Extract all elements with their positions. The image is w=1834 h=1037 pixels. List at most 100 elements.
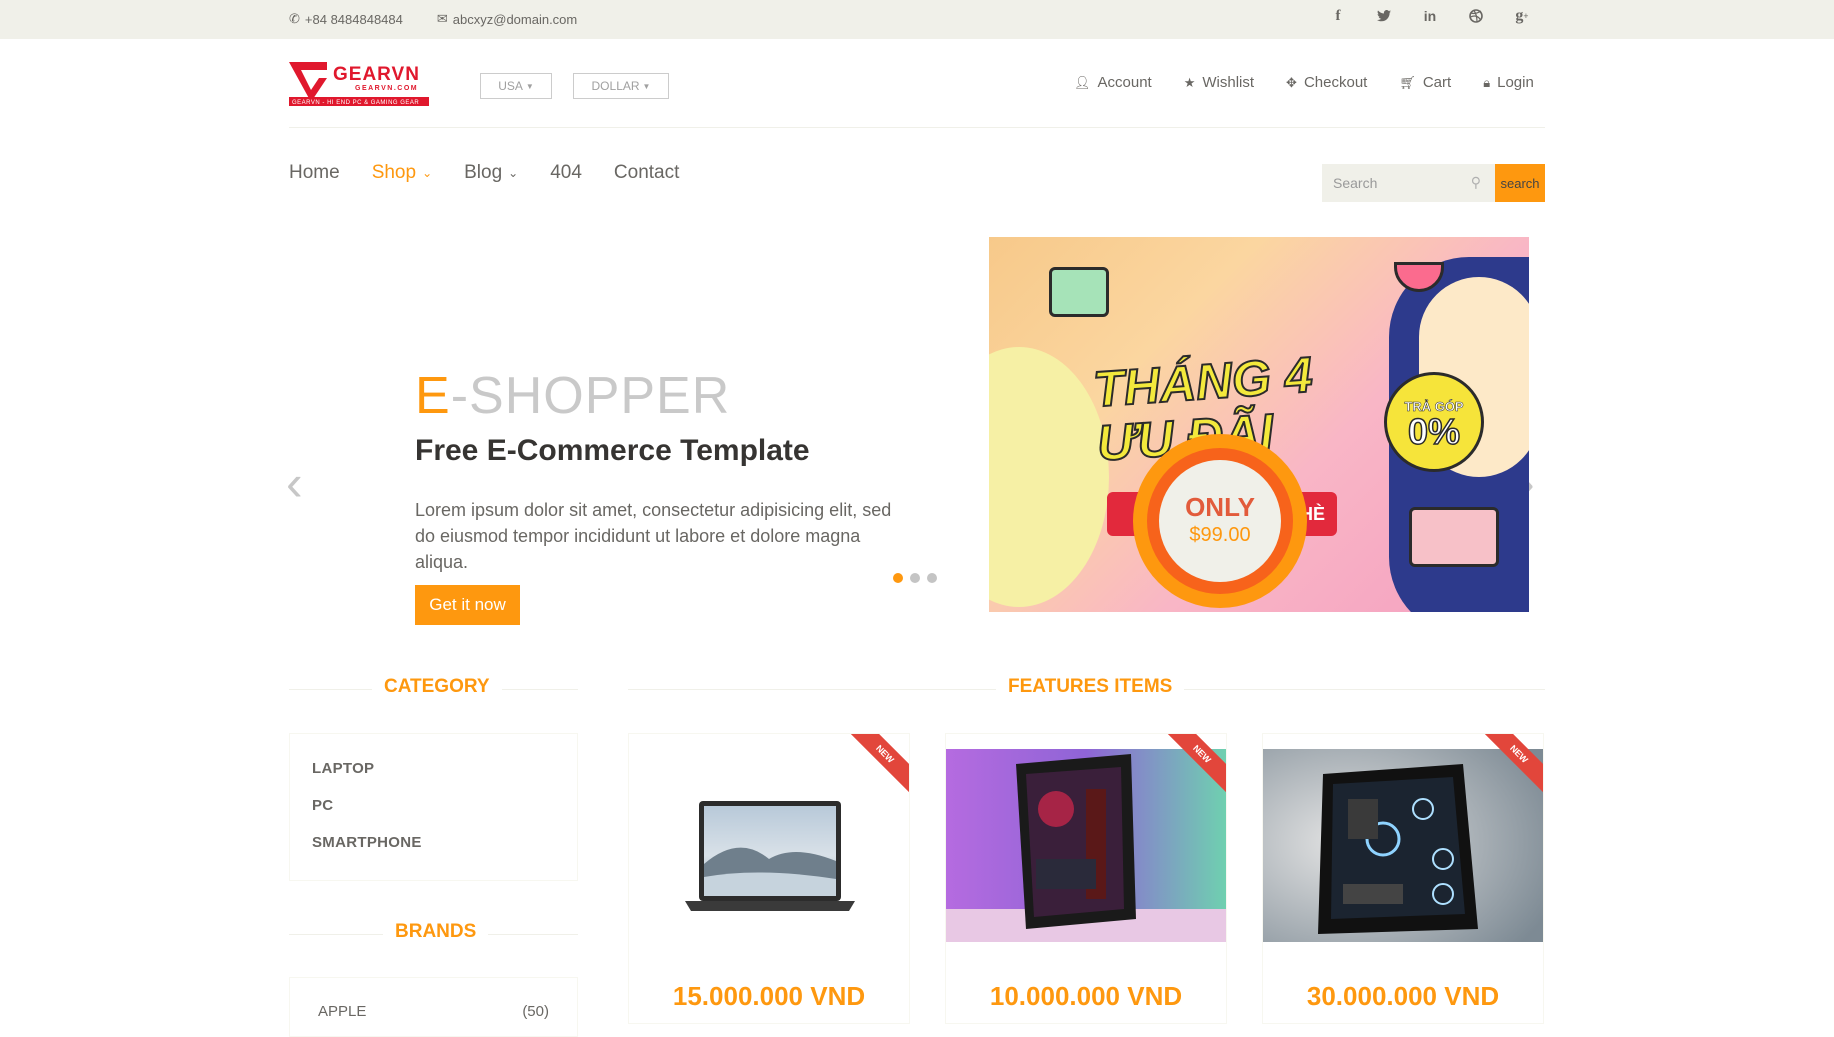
router-illustration bbox=[1049, 267, 1109, 317]
wishlist-label: Wishlist bbox=[1202, 74, 1255, 91]
slider-dot-2[interactable] bbox=[910, 573, 920, 583]
envelope-icon: ✉ bbox=[436, 11, 448, 26]
nav-shop-label: Shop bbox=[371, 162, 417, 183]
country-label: USA bbox=[498, 79, 523, 93]
get-it-now-button[interactable]: Get it now bbox=[415, 585, 520, 625]
get-it-now-label: Get it now bbox=[429, 595, 506, 614]
hero-brand-rest: -SHOPPER bbox=[450, 367, 731, 425]
country-dropdown[interactable]: USA ▼ bbox=[480, 73, 552, 99]
search-icon: ⚲ bbox=[1470, 174, 1481, 190]
caret-down-icon: ▼ bbox=[525, 81, 534, 91]
crosshairs-icon: ✥ bbox=[1286, 74, 1297, 90]
contact-info: ✆ +84 8484848484 ✉ abcxyz@domain.com bbox=[289, 11, 577, 27]
cart-label: Cart bbox=[1422, 74, 1452, 91]
header-divider bbox=[289, 127, 1545, 128]
nav-contact-label: Contact bbox=[613, 162, 680, 183]
category-item-smartphone[interactable]: SMARTPHONE bbox=[312, 834, 422, 851]
laptop-illustration bbox=[1409, 507, 1499, 567]
price-value: $99.00 bbox=[1189, 524, 1251, 546]
search-placeholder: Search bbox=[1333, 175, 1378, 191]
svg-text:GEARVN - HI END PC & GAMING GE: GEARVN - HI END PC & GAMING GEAR bbox=[292, 100, 419, 106]
nav-contact[interactable]: Contact bbox=[614, 162, 679, 184]
currency-dropdown[interactable]: DOLLAR ▼ bbox=[573, 73, 669, 99]
email-contact[interactable]: ✉ abcxyz@domain.com bbox=[437, 11, 577, 27]
email-address: abcxyz@domain.com bbox=[452, 11, 578, 27]
badge-main-text: 0% bbox=[1407, 411, 1461, 452]
product-price: 30.000.000 VND bbox=[1306, 981, 1500, 1011]
nav-home[interactable]: Home bbox=[289, 162, 340, 184]
login-link[interactable]: 🔒︎ Login bbox=[1483, 74, 1534, 91]
checkout-label: Checkout bbox=[1303, 74, 1368, 91]
search-input[interactable]: Search ⚲ bbox=[1322, 164, 1495, 202]
product-card[interactable]: NEW 10.000.000 VND bbox=[945, 733, 1227, 1024]
nav-shop[interactable]: Shop ⌄ bbox=[372, 162, 432, 184]
hero-brand-initial: E bbox=[415, 367, 451, 425]
shopping-cart-icon: 🛒︎ bbox=[1399, 74, 1416, 90]
product-price: 10.000.000 VND bbox=[989, 981, 1183, 1011]
features-title: FEATURES ITEMS bbox=[996, 676, 1185, 698]
product-card[interactable]: NEW 15.000.000 VND bbox=[628, 733, 910, 1024]
price-badge-inner: ONLY $99.00 bbox=[1159, 460, 1281, 582]
brands-title: BRANDS bbox=[383, 921, 489, 943]
price-badge: ONLY $99.00 bbox=[1133, 434, 1307, 608]
category-panel: LAPTOP PC SMARTPHONE bbox=[289, 733, 578, 881]
wishlist-link[interactable]: ★ Wishlist bbox=[1184, 74, 1254, 91]
search-button[interactable]: search bbox=[1495, 164, 1545, 202]
price-only-label: ONLY bbox=[1185, 492, 1255, 522]
site-logo[interactable]: GEARVN GEARVN.COM GEARVN - HI END PC & G… bbox=[289, 60, 429, 107]
brand-name: APPLE bbox=[318, 1003, 367, 1020]
phone-contact[interactable]: ✆ +84 8484848484 bbox=[289, 11, 403, 27]
phone-icon: ✆ bbox=[289, 11, 300, 26]
hero-brand: E-SHOPPER bbox=[415, 366, 730, 426]
caret-down-icon: ▼ bbox=[642, 81, 651, 91]
nav-blog[interactable]: Blog ⌄ bbox=[464, 162, 518, 184]
social-links: f in g + bbox=[1328, 6, 1532, 26]
account-label: Account bbox=[1097, 74, 1152, 91]
lock-icon: 🔒︎ bbox=[1483, 74, 1491, 90]
category-item-laptop[interactable]: LAPTOP bbox=[312, 760, 374, 777]
slider-dot-1[interactable] bbox=[893, 573, 903, 583]
chevron-down-icon: ⌄ bbox=[422, 166, 433, 180]
checkout-link[interactable]: ✥ Checkout bbox=[1286, 74, 1367, 91]
product-card[interactable]: NEW 30.000.000 VND bbox=[1262, 733, 1544, 1024]
twitter-icon[interactable] bbox=[1374, 6, 1394, 26]
product-image-pc-case-purple[interactable] bbox=[946, 749, 1226, 942]
login-label: Login bbox=[1497, 74, 1534, 91]
phone-number: +84 8484848484 bbox=[304, 11, 403, 27]
user-icon: 👤︎ bbox=[1074, 74, 1091, 90]
account-menu: 👤︎ Account ★ Wishlist ✥ Checkout 🛒︎ Cart… bbox=[1074, 74, 1534, 91]
account-link[interactable]: 👤︎ Account bbox=[1074, 74, 1152, 91]
facebook-icon[interactable]: f bbox=[1328, 6, 1348, 26]
category-item-pc[interactable]: PC bbox=[312, 797, 333, 814]
nav-404[interactable]: 404 bbox=[550, 162, 582, 184]
banner-decoration bbox=[989, 347, 1109, 607]
top-bar: ✆ +84 8484848484 ✉ abcxyz@domain.com f i… bbox=[0, 0, 1834, 39]
product-image-laptop[interactable] bbox=[629, 749, 909, 942]
star-icon: ★ bbox=[1183, 74, 1196, 90]
svg-text:GEARVN: GEARVN bbox=[333, 64, 420, 85]
chevron-down-icon: ⌄ bbox=[508, 166, 519, 180]
slider-indicators bbox=[893, 573, 937, 583]
dribbble-icon[interactable] bbox=[1466, 6, 1486, 26]
cart-link[interactable]: 🛒︎ Cart bbox=[1399, 74, 1451, 91]
installment-badge: TRẢ GÓP 0% bbox=[1384, 372, 1484, 472]
google-plus-icon[interactable]: g + bbox=[1512, 6, 1532, 26]
svg-text:GEARVN.COM: GEARVN.COM bbox=[355, 85, 418, 92]
hero-description: Lorem ipsum dolor sit amet, consectetur … bbox=[415, 500, 892, 572]
brand-count: (50) bbox=[522, 1003, 549, 1020]
brands-panel: APPLE (50) bbox=[289, 977, 578, 1037]
nav-404-label: 404 bbox=[550, 162, 582, 183]
nav-blog-label: Blog bbox=[464, 162, 503, 183]
category-title: CATEGORY bbox=[372, 676, 502, 698]
main-navigation: Home Shop ⌄ Blog ⌄ 404 Contact bbox=[289, 162, 679, 184]
price-badge-ring: ONLY $99.00 bbox=[1147, 448, 1293, 594]
slider-prev-arrow[interactable]: ‹ bbox=[286, 458, 303, 508]
slider-dot-3[interactable] bbox=[927, 573, 937, 583]
linkedin-icon[interactable]: in bbox=[1420, 6, 1440, 26]
nav-home-label: Home bbox=[289, 162, 340, 183]
hero-title: Free E-Commerce Template bbox=[415, 434, 810, 467]
brand-row-apple[interactable]: APPLE (50) bbox=[318, 1003, 549, 1020]
product-price: 15.000.000 VND bbox=[672, 981, 866, 1011]
currency-label: DOLLAR bbox=[591, 79, 640, 93]
product-image-pc-case-black[interactable] bbox=[1263, 743, 1543, 942]
